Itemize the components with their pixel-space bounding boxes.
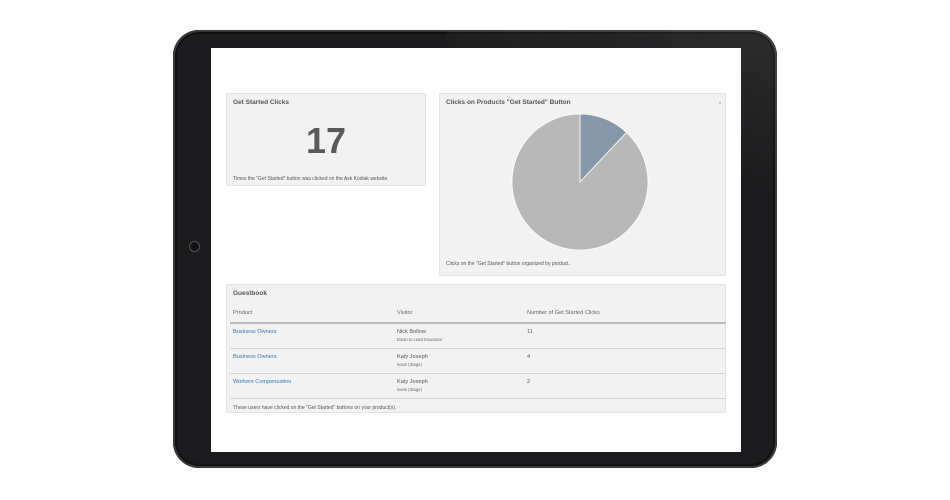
column-header-visitor: Visitor bbox=[394, 304, 524, 324]
pie-chart bbox=[511, 113, 649, 251]
table-row: Workers Compensation Katy Joseph Ivans (S… bbox=[230, 373, 726, 399]
visitor-name: Nick Bollow bbox=[397, 329, 426, 335]
visitor-company: Ivans (Stage) bbox=[397, 387, 422, 392]
visitor-cell: Katy Joseph Ivans (Stage) bbox=[394, 348, 524, 374]
clicks-cell: 2 bbox=[524, 373, 726, 399]
guestbook-card: Guestbook Product Visitor Number of Get … bbox=[226, 284, 726, 413]
visitor-cell: Nick Bollow Down to Lead Insurance bbox=[394, 323, 524, 349]
clicks-cell: 11 bbox=[524, 323, 726, 349]
visitor-name: Katy Joseph bbox=[397, 379, 428, 385]
table-row: Business Owners Katy Joseph Ivans (Stage)… bbox=[230, 348, 726, 374]
product-link[interactable]: Business Owners bbox=[233, 354, 277, 360]
card-title: Clicks on Products "Get Started" Button bbox=[446, 99, 571, 106]
guestbook-title: Guestbook bbox=[233, 290, 267, 297]
click-count: 17 bbox=[305, 120, 347, 161]
camera-icon bbox=[189, 241, 200, 252]
card-title: Get Started Clicks bbox=[233, 99, 289, 106]
pie-slice-2[interactable] bbox=[511, 113, 649, 251]
visitor-company: Down to Lead Insurance bbox=[397, 337, 443, 342]
product-clicks-chart-card: Clicks on Products "Get Started" Button … bbox=[439, 93, 726, 276]
product-link[interactable]: Workers Compensation bbox=[233, 379, 291, 385]
visitor-cell: Katy Joseph Ivans (Stage) bbox=[394, 373, 524, 399]
visitor-name: Katy Joseph bbox=[397, 354, 428, 360]
guestbook-table: Product Visitor Number of Get Started Cl… bbox=[230, 304, 726, 399]
dashboard-screen: Get Started Clicks 17 Times the "Get Sta… bbox=[211, 48, 741, 452]
menu-dot-icon bbox=[719, 102, 721, 104]
column-header-clicks: Number of Get Started Clicks bbox=[524, 304, 726, 324]
product-link[interactable]: Business Owners bbox=[233, 329, 277, 335]
product-cell: Workers Compensation bbox=[230, 373, 394, 399]
product-cell: Business Owners bbox=[230, 348, 394, 374]
get-started-clicks-card: Get Started Clicks 17 Times the "Get Sta… bbox=[226, 93, 426, 186]
product-cell: Business Owners bbox=[230, 323, 394, 349]
column-header-product: Product bbox=[230, 304, 394, 324]
card-caption: Times the "Get Started" button was click… bbox=[233, 176, 389, 182]
card-caption: Clicks on the "Get Started" button organ… bbox=[446, 261, 570, 267]
clicks-cell: 4 bbox=[524, 348, 726, 374]
table-row: Business Owners Nick Bollow Down to Lead … bbox=[230, 323, 726, 349]
guestbook-footer: These users have clicked on the "Get Sta… bbox=[233, 405, 397, 411]
visitor-company: Ivans (Stage) bbox=[397, 362, 422, 367]
table-header-row: Product Visitor Number of Get Started Cl… bbox=[230, 304, 726, 324]
